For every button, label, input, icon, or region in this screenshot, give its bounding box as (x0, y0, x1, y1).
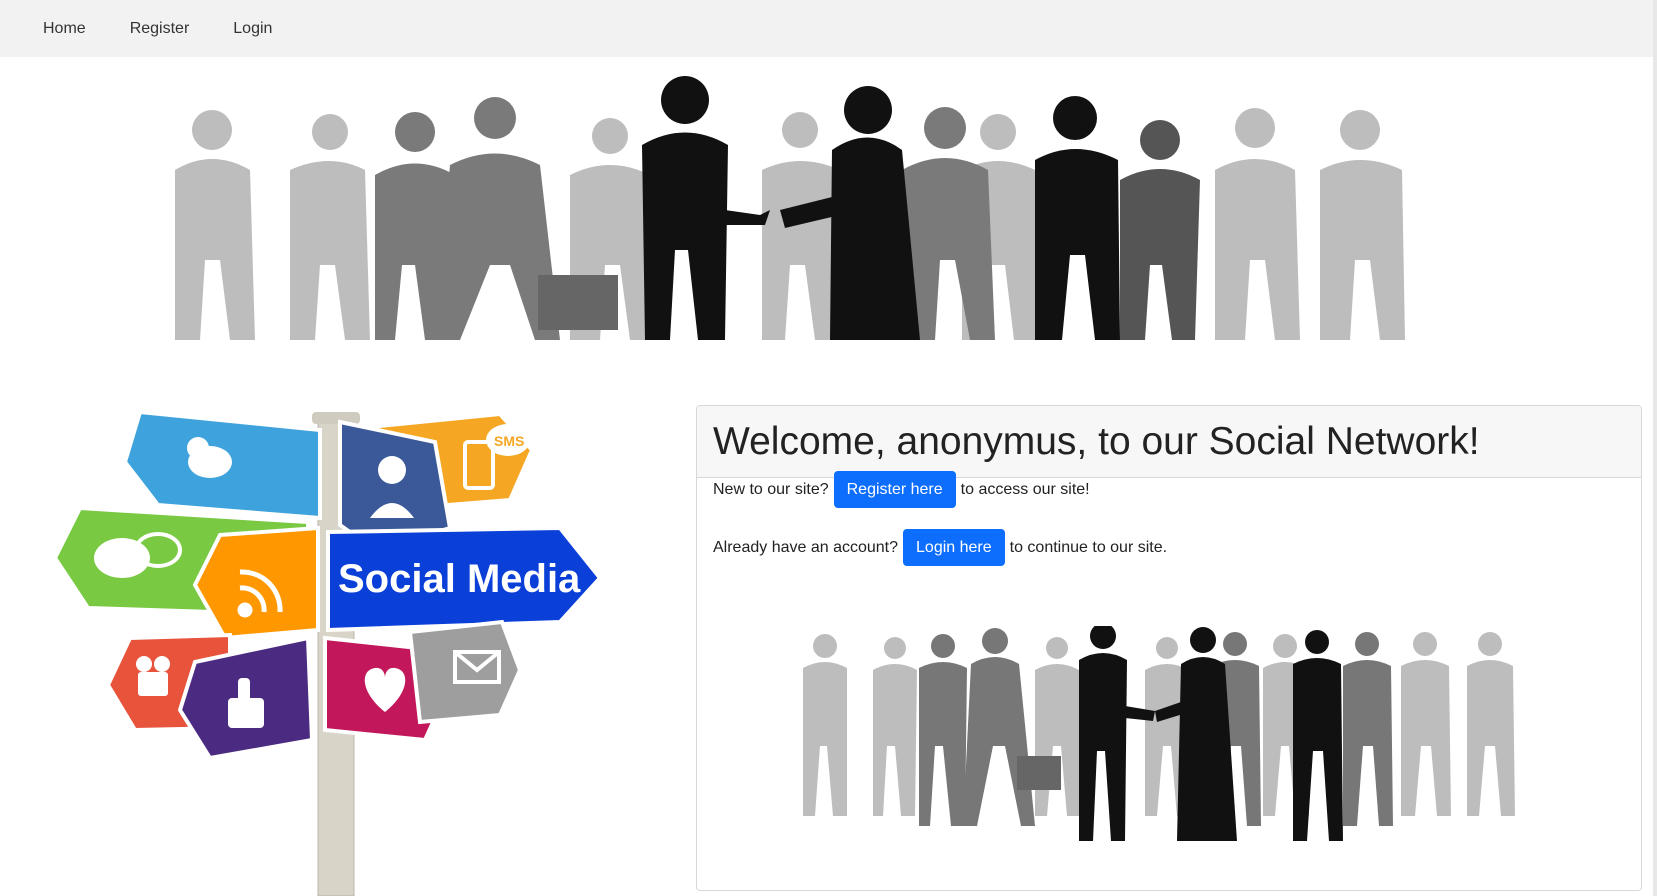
welcome-card-header: Welcome, anonymus, to our Social Network… (697, 406, 1641, 478)
login-prefix-text: Already have an account? (713, 538, 899, 556)
social-media-signpost-image: SMS Social Media (52, 409, 603, 896)
business-people-crowd-image (803, 626, 1515, 841)
social-media-label: Social Media (338, 557, 581, 601)
register-prefix-text: New to our site? (713, 480, 829, 498)
nav-link-register[interactable]: Register (130, 20, 190, 38)
login-row: Already have an account? Login here to c… (713, 529, 1167, 566)
welcome-title: Welcome, anonymus, to our Social Network… (713, 419, 1480, 463)
register-suffix-text: to access our site! (960, 480, 1090, 498)
login-suffix-text: to continue to our site. (1009, 538, 1168, 556)
vertical-scrollbar[interactable] (1653, 0, 1657, 896)
sms-label: SMS (494, 433, 524, 449)
login-here-button[interactable]: Login here (903, 529, 1005, 566)
register-row: New to our site? Register here to access… (713, 471, 1090, 508)
nav-link-home[interactable]: Home (43, 20, 86, 38)
welcome-card: Welcome, anonymus, to our Social Network… (696, 405, 1642, 891)
nav-link-login[interactable]: Login (233, 20, 272, 38)
register-here-button[interactable]: Register here (833, 471, 956, 508)
business-people-banner-image (175, 76, 1405, 340)
top-navbar: Home Register Login (0, 0, 1657, 57)
